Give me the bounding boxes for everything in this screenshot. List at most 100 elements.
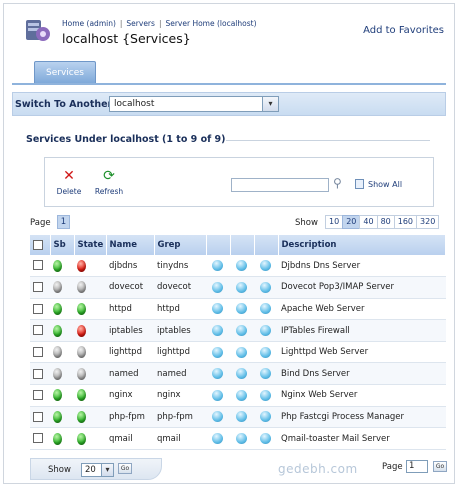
stop-action-icon[interactable] [236,368,247,380]
table-row[interactable]: lighttpd lighttpd Lighttpd Web Server [30,341,446,364]
start-action-icon[interactable] [212,346,223,358]
start-action-icon[interactable] [212,368,223,380]
table-row[interactable]: dovecot dovecot Dovecot Pop3/IMAP Server [30,276,446,299]
sb-status-icon[interactable] [53,259,62,272]
restart-action-icon[interactable] [260,411,271,423]
header-state[interactable]: State [74,235,107,255]
service-name[interactable]: php-fpm [106,406,154,429]
state-status-icon[interactable] [77,410,86,423]
row-checkbox[interactable] [33,260,43,271]
sb-status-icon[interactable] [53,281,62,294]
delete-button[interactable]: ✕ Delete [51,168,87,196]
stop-action-icon[interactable] [236,389,247,401]
service-name[interactable]: named [106,362,154,386]
state-status-icon[interactable] [77,432,86,445]
page-size-40[interactable]: 40 [359,215,378,229]
sb-status-icon[interactable] [53,324,62,337]
restart-action-icon[interactable] [260,325,271,337]
page-size-160[interactable]: 160 [393,215,418,229]
stop-action-icon[interactable] [236,346,247,358]
restart-action-icon[interactable] [260,303,271,315]
chevron-down-icon[interactable]: ▾ [101,464,113,476]
state-status-icon[interactable] [77,259,86,272]
start-action-icon[interactable] [212,260,223,272]
table-row[interactable]: named named Bind Dns Server [30,362,446,386]
breadcrumb-home[interactable]: Home (admin) [62,19,116,28]
header-sb[interactable]: Sb [50,235,75,255]
service-name[interactable]: httpd [106,298,154,321]
page-number-input[interactable]: 1 [406,460,428,473]
row-checkbox[interactable] [33,325,43,336]
chevron-down-icon[interactable]: ▾ [262,97,278,111]
start-action-icon[interactable] [212,411,223,423]
page-size-320[interactable]: 320 [416,215,440,229]
stop-action-icon[interactable] [236,325,247,337]
header-grep[interactable]: Grep [154,235,207,255]
restart-action-icon[interactable] [260,389,271,401]
stop-action-icon[interactable] [236,411,247,423]
table-row[interactable]: iptables iptables IPTables Firewall [30,319,446,342]
start-action-icon[interactable] [212,433,223,445]
restart-action-icon[interactable] [260,368,271,380]
start-action-icon[interactable] [212,281,223,293]
sb-status-icon[interactable] [53,432,62,445]
refresh-button[interactable]: ⟳ Refresh [91,168,127,196]
start-action-icon[interactable] [212,389,223,401]
sb-status-icon[interactable] [53,346,62,359]
sb-status-icon[interactable] [53,367,62,380]
state-status-icon[interactable] [77,324,86,337]
row-checkbox[interactable] [33,282,43,293]
restart-action-icon[interactable] [260,260,271,272]
row-checkbox[interactable] [33,368,43,379]
state-status-icon[interactable] [77,281,86,294]
table-row[interactable]: nginx nginx Nginx Web Server [30,384,446,407]
sb-status-icon[interactable] [53,302,62,315]
service-name[interactable]: iptables [106,319,154,342]
row-checkbox[interactable] [33,390,43,401]
table-row[interactable]: qmail qmail Qmail-toaster Mail Server [30,427,446,450]
row-checkbox[interactable] [33,303,43,314]
state-status-icon[interactable] [77,367,86,380]
sb-status-icon[interactable] [53,410,62,423]
row-checkbox[interactable] [33,346,43,357]
page-number[interactable]: 1 [57,215,70,229]
breadcrumb-server-home[interactable]: Server Home (localhost) [165,19,256,28]
state-status-icon[interactable] [77,389,86,402]
header-description[interactable]: Description [278,235,446,255]
go-button[interactable]: Go [118,463,132,474]
table-row[interactable]: httpd httpd Apache Web Server [30,298,446,321]
footer-page-size-select[interactable]: 20 ▾ [81,463,114,477]
stop-action-icon[interactable] [236,260,247,272]
stop-action-icon[interactable] [236,281,247,293]
start-action-icon[interactable] [212,303,223,315]
page-size-20[interactable]: 20 [342,215,361,229]
stop-action-icon[interactable] [236,433,247,445]
service-name[interactable]: djbdns [106,255,154,278]
header-name[interactable]: Name [106,235,155,255]
service-name[interactable]: dovecot [106,276,154,299]
service-name[interactable]: qmail [106,427,154,450]
search-icon[interactable]: ⚲ [333,176,342,190]
show-all-button[interactable]: Show All [355,179,402,189]
stop-action-icon[interactable] [236,303,247,315]
tab-services[interactable]: Services [34,61,96,83]
host-select[interactable]: localhost ▾ [109,96,279,112]
breadcrumb-servers[interactable]: Servers [126,19,155,28]
search-input[interactable] [231,178,329,192]
row-checkbox[interactable] [33,433,43,444]
page-size-80[interactable]: 80 [376,215,395,229]
add-to-favorites-link[interactable]: Add to Favorites [363,25,444,36]
restart-action-icon[interactable] [260,346,271,358]
select-all-checkbox[interactable] [33,239,43,250]
sb-status-icon[interactable] [53,389,62,402]
row-checkbox[interactable] [33,411,43,422]
start-action-icon[interactable] [212,325,223,337]
state-status-icon[interactable] [77,346,86,359]
service-name[interactable]: lighttpd [106,341,154,364]
service-name[interactable]: nginx [106,384,154,407]
state-status-icon[interactable] [77,302,86,315]
restart-action-icon[interactable] [260,433,271,445]
table-row[interactable]: djbdns tinydns Djbdns Dns Server [30,255,446,278]
table-row[interactable]: php-fpm php-fpm Php Fastcgi Process Manage… [30,406,446,429]
page-size-10[interactable]: 10 [325,215,344,229]
